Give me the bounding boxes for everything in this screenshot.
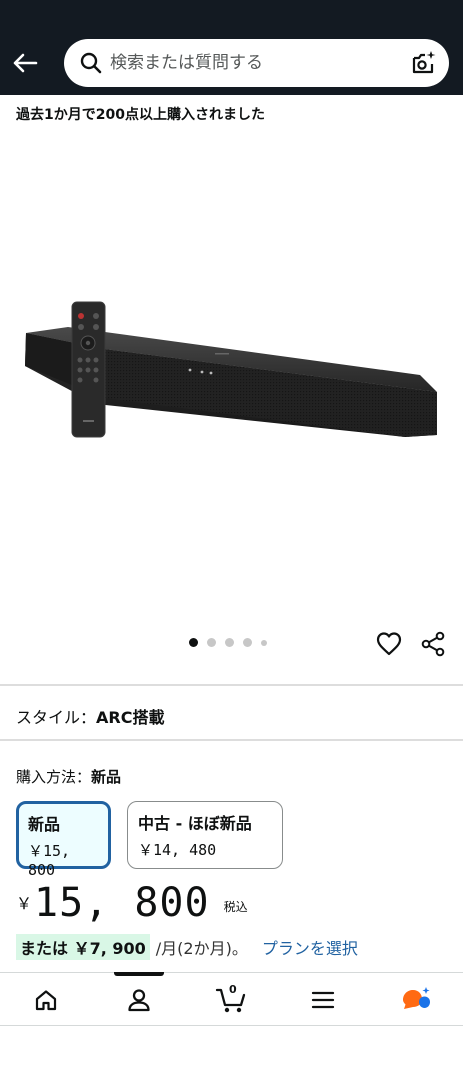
style-selector[interactable]: スタイル：ARC搭載 [16,704,164,728]
purchase-method: 購入方法：新品 [16,766,121,787]
purchase-method-value: 新品 [91,768,122,786]
image-carousel-dots[interactable] [189,638,267,647]
installment-price: または ￥7, 900 [16,934,150,960]
camera-search-icon [412,51,436,74]
share-icon [421,631,445,657]
home-icon [35,990,57,1011]
wishlist-button[interactable] [375,631,403,661]
purchase-count-badge: 過去1か月で200点以上購入されました [16,107,265,123]
top-bar [0,0,463,95]
option-title: 中古 - ほぼ新品 [138,814,252,833]
rufus-ai-icon [403,987,430,1009]
carousel-dot[interactable] [225,638,234,647]
active-tab-indicator [114,972,164,976]
style-value: ARC搭載 [96,708,165,727]
purchase-method-label: 購入方法： [16,768,92,786]
cart-count: 0 [229,983,237,996]
nav-rufus[interactable] [398,985,434,1015]
search-input[interactable] [110,49,390,77]
arrow-left-icon [13,53,38,73]
heart-icon [376,632,402,656]
search-icon [80,52,102,74]
bottom-navigation [0,972,463,1026]
price-amount: 15, 800 [34,880,210,926]
carousel-dot[interactable] [261,639,267,646]
carousel-dot[interactable] [189,638,198,647]
price-currency: ￥ [16,894,33,913]
option-title: 新品 [28,815,61,834]
price-block: ￥ 15, 800 税込 [16,880,248,926]
search-box[interactable] [64,39,449,87]
carousel-dot[interactable] [207,638,216,647]
tax-label: 税込 [223,900,248,914]
select-plan-link[interactable]: プランを選択 [262,935,358,959]
account-icon [128,989,150,1012]
style-label: スタイル： [16,708,97,727]
divider [0,739,463,741]
nav-account[interactable] [121,985,157,1015]
nav-menu[interactable] [305,985,341,1015]
carousel-dot[interactable] [243,638,252,647]
menu-icon [311,991,335,1009]
option-used-like-new[interactable]: 中古 - ほぼ新品 ￥14, 480 [127,801,283,869]
share-button[interactable] [420,631,446,661]
back-button[interactable] [10,48,40,78]
nav-home[interactable] [28,985,64,1015]
camera-search-button[interactable] [411,50,437,80]
option-price: ￥15, 800 [28,842,71,879]
option-price: ￥14, 480 [138,841,217,859]
installment-row: または ￥7, 900 /月(2か月)。 プランを選択 [16,934,358,960]
product-image[interactable] [0,130,463,630]
divider [0,684,463,686]
option-new[interactable]: 新品 ￥15, 800 [16,801,111,879]
installment-detail: /月(2か月)。 [155,939,248,958]
